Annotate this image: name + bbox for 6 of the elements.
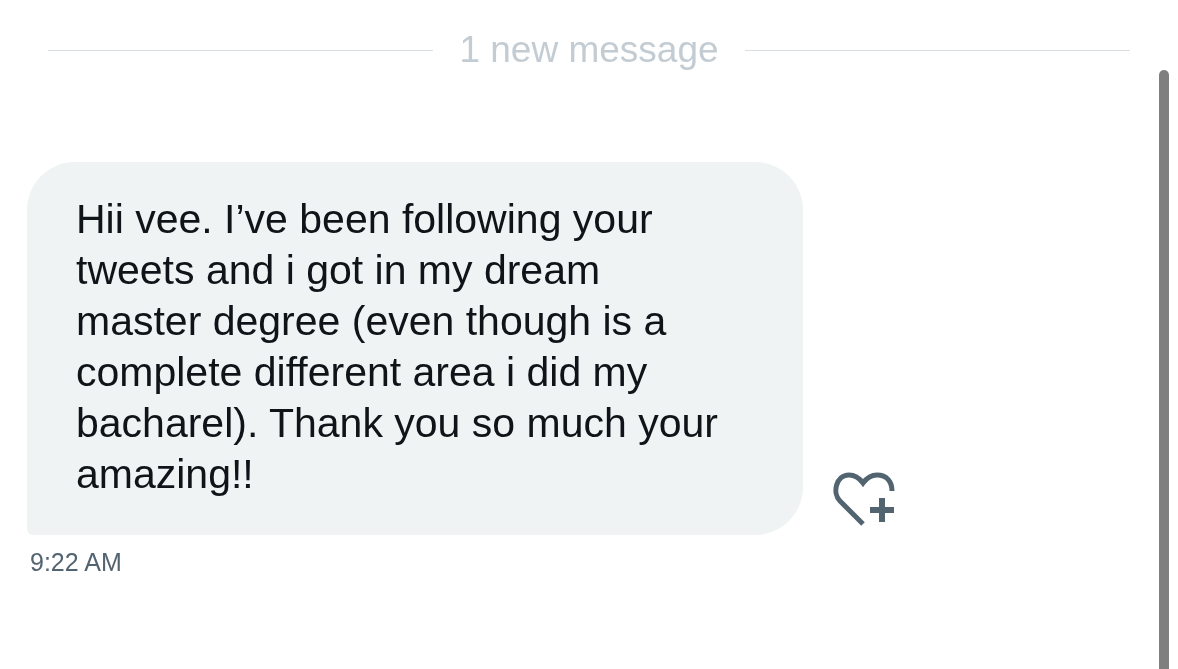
heart-plus-icon — [833, 471, 895, 527]
add-reaction-button[interactable] — [833, 471, 895, 527]
scrollbar-thumb[interactable] — [1159, 70, 1169, 669]
message-timestamp: 9:22 AM — [30, 547, 122, 577]
message-text: Hii vee. I’ve been following your tweets and i got in my dream master degree (even though is a complete different area i did my bacharel). Thank you so much your amazing!! — [76, 195, 719, 499]
new-message-divider-label: 1 new message — [459, 28, 719, 72]
